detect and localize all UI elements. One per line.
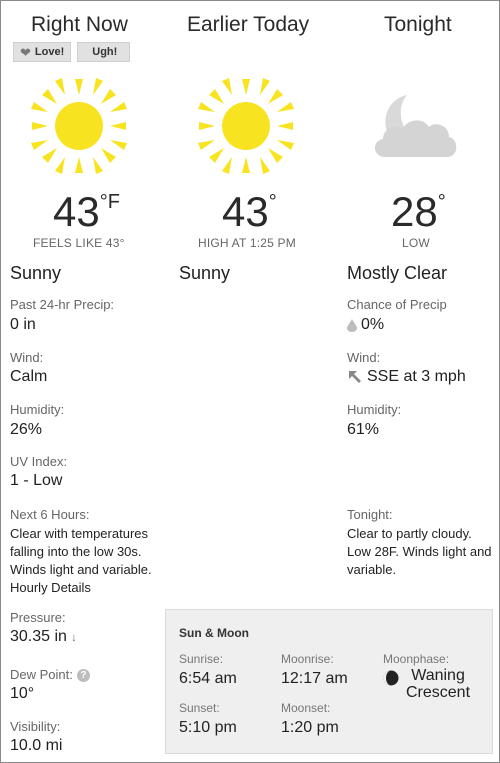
- high-temp-unit: °: [268, 191, 277, 213]
- sunrise-label: Sunrise:: [179, 652, 224, 666]
- precip-value: 0 in: [10, 316, 36, 333]
- next-6-hours-text: Clear with temperatures falling into the…: [10, 526, 152, 577]
- dew-point-label: Dew Point:?: [10, 667, 90, 683]
- ugh-label: Ugh!: [92, 46, 118, 58]
- help-icon[interactable]: ?: [76, 669, 90, 683]
- condition-tonight: Mostly Clear: [347, 263, 448, 283]
- tonight-humidity-value: 61%: [347, 421, 380, 438]
- hourly-details-link[interactable]: Hourly Details: [10, 579, 160, 597]
- arrow-down-icon: ↓: [70, 630, 77, 644]
- sun-icon: [195, 75, 297, 177]
- heart-icon: ❤: [20, 44, 31, 60]
- weather-panel: Right Now Earlier Today Tonight ❤ Love! …: [0, 0, 500, 763]
- tonight-wind-value: SSE at 3 mph: [347, 368, 466, 386]
- moonset-label: Moonset:: [281, 701, 331, 715]
- wind-label: Wind:: [10, 350, 44, 365]
- moonphase-line-1: Waning: [411, 667, 465, 684]
- moonset-value: 1:20 pm: [281, 719, 339, 736]
- next-6-hours-label: Next 6 Hours:: [10, 507, 90, 522]
- low-temp-unit: °: [437, 191, 446, 213]
- high-temp-value: 43: [222, 188, 269, 235]
- visibility-label: Visibility:: [10, 719, 61, 734]
- sunrise-value: 6:54 am: [179, 670, 237, 687]
- uv-index-label: UV Index:: [10, 454, 68, 469]
- condition-earlier-today: Sunny: [179, 263, 231, 283]
- moonrise-value: 12:17 am: [281, 670, 348, 687]
- love-label: Love!: [34, 46, 65, 58]
- humidity-value: 26%: [10, 421, 43, 438]
- low-label: LOW: [402, 236, 430, 250]
- waning-crescent-moon-icon: [383, 670, 399, 686]
- col-title-earlier-today: Earlier Today: [187, 13, 310, 36]
- chance-of-precip-value: 0%: [347, 316, 384, 334]
- tonight-wind-label: Wind:: [347, 350, 381, 365]
- feels-like: FEELS LIKE 43°: [33, 236, 125, 250]
- love-button[interactable]: ❤ Love!: [13, 42, 72, 62]
- current-temp-unit: °F: [99, 191, 120, 213]
- sunset-label: Sunset:: [179, 701, 220, 715]
- tonight-forecast-label: Tonight:: [347, 507, 393, 522]
- moonphase-label: Moonphase:: [383, 652, 450, 666]
- moonrise-label: Moonrise:: [281, 652, 334, 666]
- dew-point-value: 10°: [10, 685, 35, 702]
- precip-label: Past 24-hr Precip:: [10, 297, 115, 312]
- humidity-label: Humidity:: [10, 402, 65, 417]
- uv-index-value: 1 - Low: [10, 472, 63, 489]
- pressure-reading: 30.35 in: [10, 628, 67, 645]
- pressure-value: 30.35 in ↓: [10, 628, 77, 646]
- ugh-button[interactable]: Ugh!: [77, 42, 131, 62]
- raindrop-icon: [347, 318, 357, 332]
- chance-of-precip-label: Chance of Precip: [347, 297, 447, 312]
- wind-direction-arrow-icon: [349, 371, 361, 383]
- sun-moon-panel: Sun & Moon Sunrise: 6:54 am Sunset: 5:10…: [165, 609, 493, 754]
- moonphase-value: Waning Crescent: [406, 667, 470, 701]
- tonight-wind-text: SSE at 3 mph: [367, 368, 466, 385]
- sun-icon: [28, 75, 130, 177]
- col-title-right-now: Right Now: [31, 13, 128, 36]
- tonight-humidity-label: Humidity:: [347, 402, 402, 417]
- col-title-tonight: Tonight: [384, 13, 452, 36]
- wind-value: Calm: [10, 368, 48, 385]
- moon-cloud-icon: [363, 75, 465, 177]
- low-temp-value: 28: [391, 188, 438, 235]
- current-temp-value: 43: [53, 188, 100, 235]
- sun-moon-title: Sun & Moon: [179, 626, 249, 640]
- moonphase-line-2: Crescent: [406, 684, 471, 701]
- chance-of-precip-text: 0%: [361, 316, 385, 333]
- sunset-value: 5:10 pm: [179, 719, 237, 736]
- dew-point-label-text: Dew Point:: [10, 667, 73, 682]
- condition-right-now: Sunny: [10, 263, 62, 283]
- high-at-time: HIGH AT 1:25 PM: [198, 236, 296, 250]
- pressure-label: Pressure:: [10, 610, 66, 625]
- tonight-forecast-text: Clear to partly cloudy. Low 28F. Winds l…: [347, 526, 492, 577]
- feedback-bar: ❤ Love! Ugh!: [13, 42, 131, 62]
- visibility-value: 10.0 mi: [10, 737, 63, 754]
